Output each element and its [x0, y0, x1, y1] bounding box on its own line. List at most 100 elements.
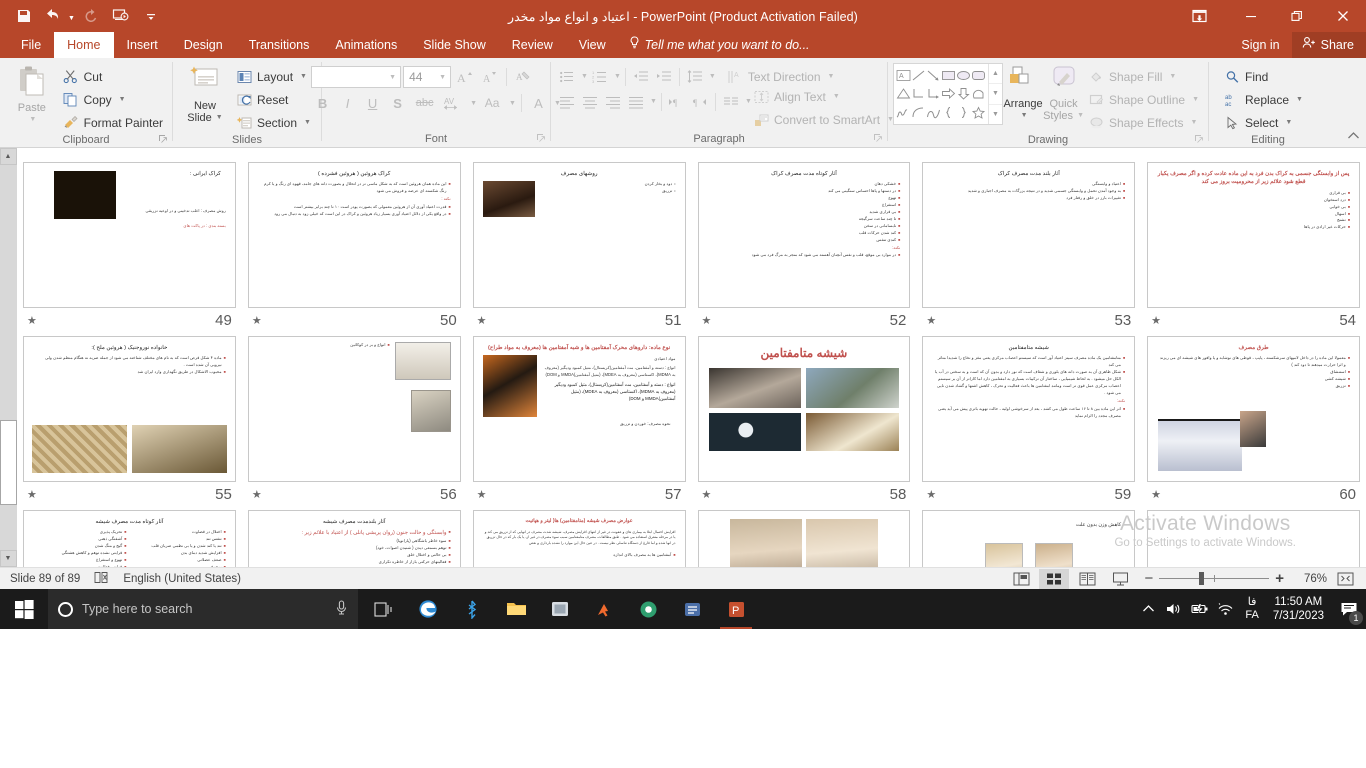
slide-cell[interactable]: آثار بلندمدت مصرف شیشه ■وابستگی و حالت ج… — [242, 506, 467, 567]
layout-button[interactable]: Layout ▼ — [232, 66, 315, 87]
slide-thumbnail-63[interactable]: عوارض مصرف شیشه (متامفتامین) ها( لیتر و … — [473, 510, 686, 567]
slide-show-button[interactable] — [1105, 569, 1135, 589]
find-button[interactable]: Find — [1220, 66, 1307, 87]
microphone-icon[interactable] — [335, 600, 348, 619]
shape-outline-button[interactable]: Shape Outline ▼ — [1084, 89, 1203, 110]
language-label[interactable]: English (United States) — [123, 573, 241, 585]
shape-textbox-icon[interactable]: A — [896, 66, 911, 85]
shape-effects-dropdown-icon[interactable]: ▼ — [1191, 119, 1198, 126]
undo-dropdown-icon[interactable]: ▼ — [68, 15, 75, 22]
format-painter-button[interactable]: Format Painter — [59, 112, 167, 133]
text-direction-dropdown-icon[interactable]: ▼ — [828, 73, 835, 80]
clipboard-dialog-launcher-icon[interactable] — [158, 134, 168, 144]
zoom-slider[interactable]: − + — [1144, 570, 1284, 587]
search-box[interactable]: Type here to search — [48, 589, 358, 629]
transition-star-icon[interactable]: ★ — [926, 314, 936, 327]
change-case-dropdown-icon[interactable]: ▼ — [509, 100, 516, 107]
shape-right-brace-icon[interactable] — [956, 103, 971, 122]
customize-qat-icon[interactable] — [137, 3, 165, 29]
rtl-button[interactable]: ¶ — [689, 91, 711, 112]
text-direction-button[interactable]: A Text Direction ▼ — [723, 66, 839, 87]
slide-cell[interactable]: اکستاسی ★ 66 — [1141, 506, 1366, 567]
shapes-scroll-up-icon[interactable]: ▲ — [989, 64, 1002, 84]
action-center-button[interactable]: 1 — [1332, 589, 1366, 629]
transition-star-icon[interactable]: ★ — [1151, 488, 1161, 501]
slide-cell[interactable]: روشهای مصرف •دود و بخار کردن •تزریق ★ 51 — [467, 158, 692, 332]
select-dropdown-icon[interactable]: ▼ — [1285, 119, 1292, 126]
tab-view[interactable]: View — [566, 32, 619, 58]
slide-thumbnail-52[interactable]: آثار کوتاه مدت مصرف کراک ■خشکی دهان ■در … — [698, 162, 911, 308]
transition-star-icon[interactable]: ★ — [27, 488, 37, 501]
font-name-combo[interactable]: ▼ — [311, 66, 401, 88]
slide-cell[interactable]: اثرات مصرف مت آمفتامین ★ 64 — [692, 506, 917, 567]
slide-thumbnail-59[interactable]: شیشه متامفتامین ■متامفتامین یک ماده مصرف… — [922, 336, 1135, 482]
scroll-up-button[interactable]: ▲ — [0, 148, 17, 165]
justify-dropdown-icon[interactable]: ▼ — [650, 98, 657, 105]
new-slide-dropdown-icon[interactable]: ▼ — [216, 112, 223, 124]
shapes-gallery-scrollbar[interactable]: ▲ ▼ ▼ — [988, 64, 1002, 124]
scroll-track[interactable] — [0, 165, 17, 550]
slide-cell[interactable]: آثار بلند مدت مصرف کراک ■اعتیاد و وابستگ… — [916, 158, 1141, 332]
slide-cell[interactable]: ■انواع و بر در کوکائین ★ 56 — [242, 332, 467, 506]
shape-left-brace-icon[interactable] — [941, 103, 956, 122]
font-size-dropdown-icon[interactable]: ▼ — [435, 67, 450, 87]
transition-star-icon[interactable]: ★ — [252, 314, 262, 327]
slide-cell[interactable]: شیشه متامفتامین ★ 58 — [692, 332, 917, 506]
transition-star-icon[interactable]: ★ — [252, 488, 262, 501]
tab-review[interactable]: Review — [499, 32, 566, 58]
slide-thumbnail-51[interactable]: روشهای مصرف •دود و بخار کردن •تزریق — [473, 162, 686, 308]
shapes-gallery[interactable]: A — [893, 63, 1003, 125]
normal-view-button[interactable] — [1006, 569, 1036, 589]
quick-styles-dropdown-icon[interactable]: ▼ — [1077, 110, 1084, 122]
shape-oval-icon[interactable] — [956, 66, 971, 85]
zoom-track[interactable] — [1159, 578, 1269, 579]
save-icon[interactable] — [10, 3, 38, 29]
zoom-thumb[interactable] — [1199, 572, 1204, 585]
decrease-font-size-button[interactable]: A — [478, 66, 501, 88]
align-text-dropdown-icon[interactable]: ▼ — [833, 93, 840, 100]
line-spacing-button[interactable] — [684, 66, 706, 87]
shape-effects-button[interactable]: Shape Effects ▼ — [1084, 112, 1203, 133]
slide-cell[interactable]: شیشه متامفتامین ■متامفتامین یک ماده مصرف… — [916, 332, 1141, 506]
slide-thumbnail-55[interactable]: خانواده نوروجنیک ( هروئین ملح ): ■ماده ۴… — [23, 336, 236, 482]
paste-dropdown-icon[interactable]: ▼ — [29, 114, 36, 126]
slide-thumbnail-58[interactable]: شیشه متامفتامین — [698, 336, 911, 482]
ribbon-display-options-icon[interactable] — [1176, 0, 1222, 32]
slide-cell[interactable]: آثار کوتاه مدت مصرف کراک ■خشکی دهان ■در … — [692, 158, 917, 332]
tab-transitions[interactable]: Transitions — [236, 32, 323, 58]
sign-in-button[interactable]: Sign in — [1229, 32, 1291, 58]
slide-sorter-view-button[interactable] — [1039, 569, 1069, 589]
section-dropdown-icon[interactable]: ▼ — [304, 119, 311, 126]
arrange-button[interactable]: Arrange ▼ — [1003, 63, 1043, 122]
transition-star-icon[interactable]: ★ — [1151, 314, 1161, 327]
transition-star-icon[interactable]: ★ — [27, 314, 37, 327]
columns-button[interactable] — [720, 91, 742, 112]
shape-elbow-connector-icon[interactable] — [911, 85, 926, 104]
slide-thumbnail-65[interactable]: کاهش وزن بدون علت — [922, 510, 1135, 567]
font-size-combo[interactable]: 44 ▼ — [403, 66, 451, 88]
replace-button[interactable]: abac Replace ▼ — [1220, 89, 1307, 110]
align-left-button[interactable] — [556, 91, 578, 112]
bluetooth-icon[interactable] — [450, 589, 494, 629]
zoom-in-button[interactable]: + — [1275, 570, 1284, 587]
slide-thumbnail-50[interactable]: کراک هروئین ( هروئین فشرده ) ■این ماده ه… — [248, 162, 461, 308]
align-right-button[interactable] — [602, 91, 624, 112]
start-from-beginning-icon[interactable] — [107, 3, 135, 29]
file-explorer-icon[interactable] — [494, 589, 538, 629]
shape-arc-icon[interactable] — [911, 103, 926, 122]
copy-dropdown-icon[interactable]: ▼ — [119, 96, 126, 103]
bullets-dropdown-icon[interactable]: ▼ — [581, 73, 588, 80]
slide-cell[interactable]: پس از وابستگی جسمی به کراک بدن فرد به ای… — [1141, 158, 1366, 332]
shape-scribble-icon[interactable] — [896, 103, 911, 122]
drawing-dialog-launcher-icon[interactable] — [1194, 134, 1204, 144]
slide-thumbnail-49[interactable]: کراک ایرانی : روش مصرف : اغلب تدخینی و د… — [23, 162, 236, 308]
quick-styles-button[interactable]: Quick Styles ▼ — [1043, 63, 1084, 122]
slide-thumbnail-64[interactable]: اثرات مصرف مت آمفتامین — [698, 510, 911, 567]
app-icon-3[interactable] — [670, 589, 714, 629]
undo-icon[interactable] — [40, 3, 68, 29]
slide-thumbnail-54[interactable]: پس از وابستگی جسمی به کراک بدن فرد به ای… — [1147, 162, 1360, 308]
show-hidden-icons-icon[interactable] — [1135, 589, 1161, 629]
transition-star-icon[interactable]: ★ — [702, 314, 712, 327]
italic-button[interactable]: I — [336, 92, 359, 114]
shapes-scroll-down-icon[interactable]: ▼ — [989, 84, 1002, 104]
